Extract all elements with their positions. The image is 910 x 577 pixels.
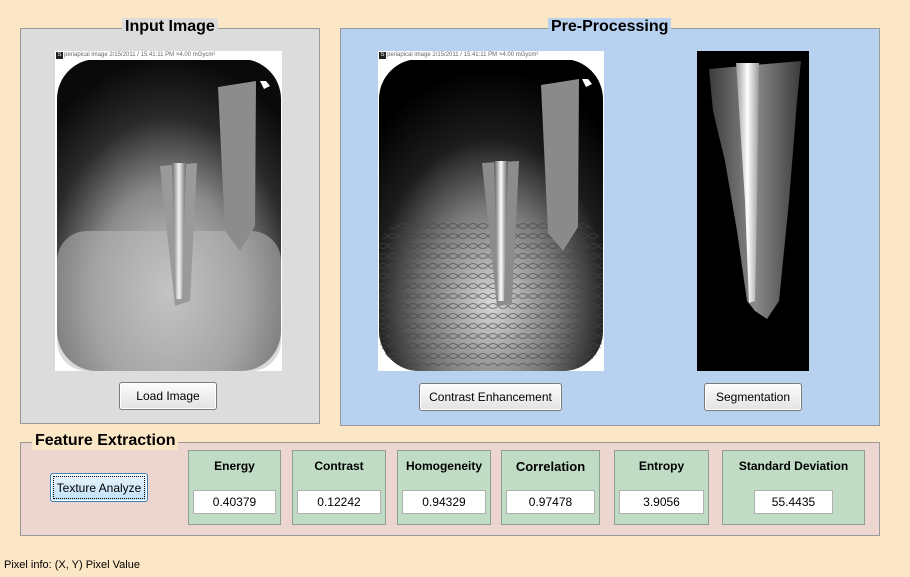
energy-label: Energy [214, 459, 255, 473]
entropy-box: Entropy 3.9056 [614, 450, 709, 525]
input-image-title: Input Image [122, 18, 218, 36]
entropy-value: 3.9056 [619, 490, 704, 514]
image-badge: S [56, 52, 63, 59]
load-image-button[interactable]: Load Image [119, 382, 217, 410]
segmentation-button[interactable]: Segmentation [704, 383, 802, 411]
image-caption-bar: S periapical image 2/15/2011 / 15:41:11 … [55, 51, 282, 60]
energy-value: 0.40379 [193, 490, 276, 514]
texture-analyze-button[interactable]: Texture Analyze [50, 473, 148, 502]
preprocessing-title: Pre-Processing [548, 18, 672, 36]
standard-deviation-label: Standard Deviation [738, 459, 849, 473]
enhanced-image-caption-bar: S periapical image 2/15/2011 / 15:41:11 … [378, 51, 604, 60]
homogeneity-label: Homogeneity [405, 459, 482, 473]
correlation-value: 0.97478 [506, 490, 595, 514]
contrast-enhancement-button[interactable]: Contrast Enhancement [419, 383, 562, 411]
input-xray-image: S periapical image 2/15/2011 / 15:41:11 … [55, 51, 282, 371]
pixel-info-status: Pixel info: (X, Y) Pixel Value [4, 559, 140, 571]
contrast-value: 0.12242 [297, 490, 381, 514]
contrast-box: Contrast 0.12242 [292, 450, 386, 525]
standard-deviation-box: Standard Deviation 55.4435 [722, 450, 865, 525]
entropy-label: Entropy [638, 459, 685, 473]
feature-extraction-title: Feature Extraction [32, 432, 179, 450]
energy-box: Energy 0.40379 [188, 450, 281, 525]
image-caption: periapical image 2/15/2011 / 15:41:11 PM… [64, 52, 216, 58]
homogeneity-value: 0.94329 [402, 490, 486, 514]
enhanced-image-caption: periapical image 2/15/2011 / 15:41:11 PM… [387, 52, 539, 58]
enhanced-image-badge: S [379, 52, 386, 59]
correlation-box: Correlation 0.97478 [501, 450, 600, 525]
correlation-label: Correlation [515, 459, 586, 474]
standard-deviation-value: 55.4435 [754, 490, 833, 514]
enhanced-xray-image: S periapical image 2/15/2011 / 15:41:11 … [378, 51, 604, 371]
contrast-label: Contrast [314, 459, 364, 473]
segmented-tooth-image [697, 51, 809, 371]
homogeneity-box: Homogeneity 0.94329 [397, 450, 491, 525]
